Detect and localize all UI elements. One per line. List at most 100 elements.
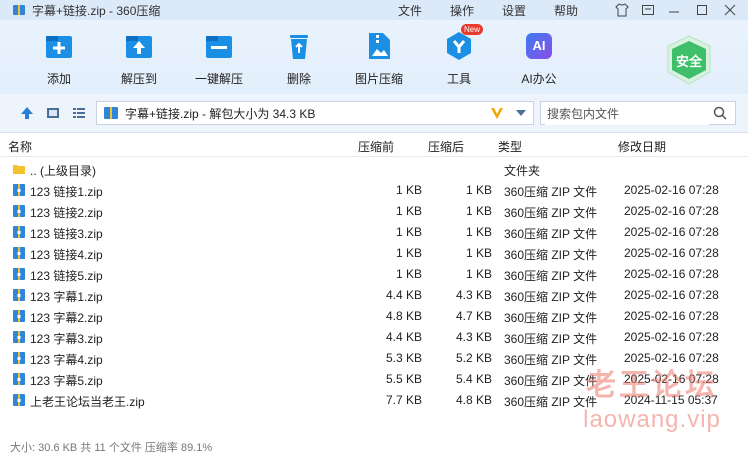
- list-view-icon[interactable]: [72, 106, 86, 120]
- table-row[interactable]: 123 链接3.zip 1 KB 1 KB 360压缩 ZIP 文件 2025-02-1…: [0, 222, 748, 243]
- modified-date: 2025-02-16 07:28: [624, 246, 719, 260]
- table-row[interactable]: 123 字幕3.zip 4.4 KB 4.3 KB 360压缩 ZIP 文件 2025-…: [0, 327, 748, 348]
- size-before: 1 KB: [395, 246, 422, 260]
- ai-office-icon: AI: [523, 30, 555, 62]
- thumbnail-view-icon[interactable]: [46, 106, 60, 120]
- recycle-bin-icon: [283, 30, 315, 62]
- column-name[interactable]: 名称: [8, 138, 32, 155]
- search-icon[interactable]: [713, 106, 727, 120]
- close-button[interactable]: [718, 0, 742, 20]
- modified-date: 2025-02-16 07:28: [624, 267, 719, 281]
- zip-file-icon: [13, 247, 25, 259]
- delete-button[interactable]: 删除: [264, 30, 334, 87]
- address-path: 字幕+链接.zip - 解包大小为 34.3 KB: [125, 106, 316, 121]
- size-before: 4.4 KB: [385, 288, 422, 302]
- file-name: 123 链接1.zip: [30, 185, 103, 199]
- modified-date: 2025-02-16 07:28: [624, 225, 719, 239]
- zip-file-icon: [104, 107, 118, 119]
- table-row[interactable]: 123 链接2.zip 1 KB 1 KB 360压缩 ZIP 文件 2025-02-1…: [0, 201, 748, 222]
- up-arrow-icon[interactable]: [20, 106, 34, 120]
- chevron-down-icon[interactable]: [515, 107, 527, 119]
- zip-file-icon: [13, 310, 25, 322]
- size-after: 5.4 KB: [455, 372, 492, 386]
- table-row[interactable]: 123 字幕1.zip 4.4 KB 4.3 KB 360压缩 ZIP 文件 2025-…: [0, 285, 748, 306]
- one-click-extract-icon: [203, 30, 235, 62]
- size-after: 1 KB: [465, 267, 492, 281]
- zip-file-icon: [13, 184, 25, 196]
- file-name: 123 链接4.zip: [30, 248, 103, 262]
- search-box[interactable]: [540, 101, 736, 125]
- file-name: 123 字幕2.zip: [30, 311, 103, 325]
- extract-to-label: 解压到: [120, 72, 157, 86]
- column-compressed-after[interactable]: 压缩后: [428, 138, 464, 155]
- address-bar-row: 字幕+链接.zip - 解包大小为 34.3 KB: [0, 94, 748, 133]
- safe-badge[interactable]: 安全: [664, 34, 714, 86]
- file-name: 123 链接2.zip: [30, 206, 103, 220]
- modified-date: 2025-02-16 07:28: [624, 204, 719, 218]
- maximize-button[interactable]: [690, 0, 714, 20]
- zip-file-icon: [13, 331, 25, 343]
- zip-file-icon: [13, 352, 25, 364]
- size-before: 1 KB: [395, 204, 422, 218]
- add-icon: [43, 30, 75, 62]
- zip-file-icon: [13, 394, 25, 406]
- new-badge: New: [461, 24, 484, 35]
- window-title: 字幕+链接.zip - 360压缩: [32, 3, 161, 18]
- delete-label: 删除: [286, 72, 311, 86]
- address-field[interactable]: 字幕+链接.zip - 解包大小为 34.3 KB: [96, 101, 534, 125]
- image-compress-button[interactable]: 图片压缩: [344, 30, 414, 87]
- size-after: 4.8 KB: [455, 393, 492, 407]
- extract-to-icon: [123, 30, 155, 62]
- table-row[interactable]: 123 链接1.zip 1 KB 1 KB 360压缩 ZIP 文件 2025-02-1…: [0, 180, 748, 201]
- skin-icon[interactable]: [610, 0, 634, 20]
- menu-settings[interactable]: 设置: [502, 0, 526, 20]
- file-name: 123 字幕1.zip: [30, 290, 103, 304]
- minimize-button[interactable]: [662, 0, 686, 20]
- file-name: .. (上级目录): [30, 164, 96, 178]
- size-before: 1 KB: [395, 267, 422, 281]
- file-name: 上老王论坛当老王.zip: [30, 395, 145, 409]
- header-divider: [0, 156, 748, 157]
- file-name: 123 字幕3.zip: [30, 332, 103, 346]
- tools-icon: New: [443, 24, 484, 62]
- watermark: 老王论坛 laowang.vip: [556, 360, 748, 434]
- tools-label: 工具: [446, 72, 471, 86]
- column-modified-date[interactable]: 修改日期: [618, 138, 666, 155]
- message-icon[interactable]: [636, 0, 660, 20]
- table-row[interactable]: 123 字幕2.zip 4.8 KB 4.7 KB 360压缩 ZIP 文件 2025-…: [0, 306, 748, 327]
- ai-office-label: AI办公: [521, 72, 557, 86]
- watermark-url: laowang.vip: [583, 406, 721, 433]
- toolbar: 添加 解压到 一键解压 删除 图片压缩 New 工具 AI AI办公 安全: [0, 20, 748, 94]
- v-logo-icon[interactable]: [489, 106, 505, 120]
- app-icon: [13, 5, 25, 15]
- size-after: 5.2 KB: [455, 351, 492, 365]
- menu-operation[interactable]: 操作: [450, 0, 474, 20]
- column-type[interactable]: 类型: [498, 138, 522, 155]
- one-click-extract-label: 一键解压: [194, 72, 243, 86]
- file-name: 123 字幕4.zip: [30, 353, 103, 367]
- search-input[interactable]: [545, 103, 709, 125]
- status-bar: 大小: 30.6 KB 共 11 个文件 压缩率 89.1%: [0, 436, 748, 454]
- file-type: 360压缩 ZIP 文件: [504, 185, 598, 199]
- parent-folder-row[interactable]: .. (上级目录) 文件夹: [0, 159, 748, 180]
- file-type: 360压缩 ZIP 文件: [504, 269, 598, 283]
- extract-to-button[interactable]: 解压到: [104, 30, 174, 87]
- folder-icon: [13, 165, 25, 174]
- modified-date: 2025-02-16 07:28: [624, 309, 719, 323]
- ai-office-button[interactable]: AI AI办公: [504, 30, 574, 87]
- column-compressed-before[interactable]: 压缩前: [358, 138, 394, 155]
- zip-file-icon: [13, 268, 25, 280]
- ai-icon-text: AI: [532, 38, 546, 53]
- menu-file[interactable]: 文件: [398, 0, 422, 20]
- one-click-extract-button[interactable]: 一键解压: [184, 30, 254, 87]
- add-button[interactable]: 添加: [24, 30, 94, 87]
- modified-date: 2025-02-16 07:28: [624, 288, 719, 302]
- watermark-title: 老王论坛: [586, 369, 718, 402]
- table-row[interactable]: 123 链接5.zip 1 KB 1 KB 360压缩 ZIP 文件 2025-02-1…: [0, 264, 748, 285]
- file-type: 360压缩 ZIP 文件: [504, 227, 598, 241]
- zip-file-icon: [13, 373, 25, 385]
- modified-date: 2025-02-16 07:28: [624, 183, 719, 197]
- menu-help[interactable]: 帮助: [554, 0, 578, 20]
- tools-button[interactable]: New 工具: [424, 24, 494, 87]
- table-row[interactable]: 123 链接4.zip 1 KB 1 KB 360压缩 ZIP 文件 2025-02-1…: [0, 243, 748, 264]
